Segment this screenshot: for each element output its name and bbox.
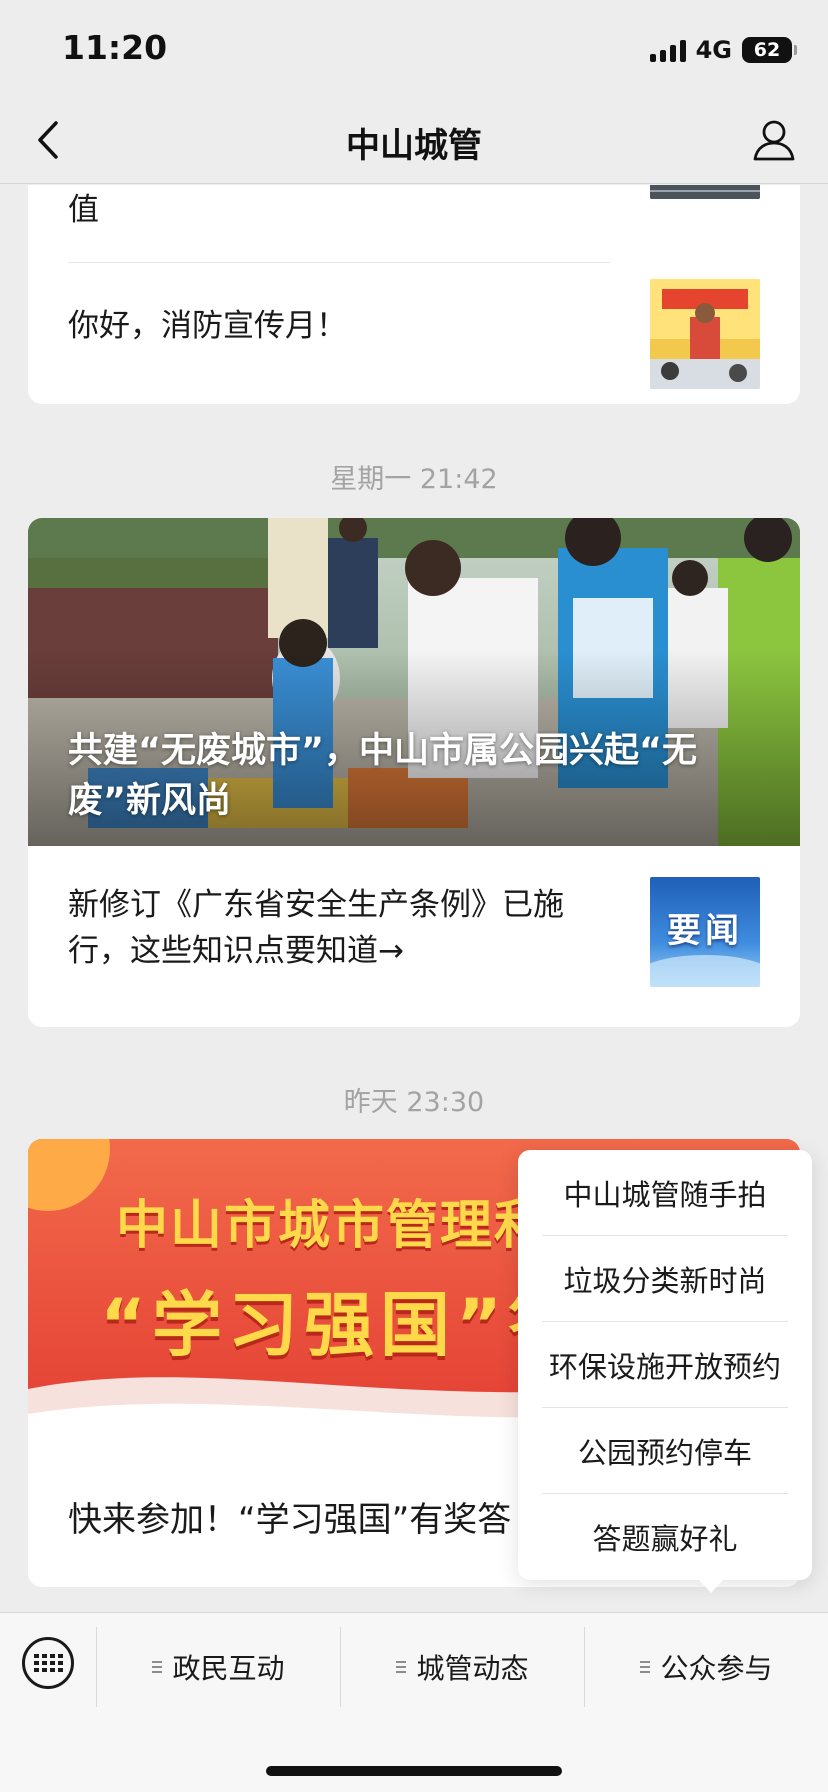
network-type: 4G: [695, 36, 732, 64]
menu-lines-icon: [640, 1661, 651, 1673]
menu-tab-city-news[interactable]: 城管动态: [341, 1627, 584, 1707]
banner-text: “学习强国”答: [100, 1284, 585, 1366]
article-title: 你好，消防宣传月！: [68, 308, 347, 344]
article-thumbnail: [650, 185, 760, 199]
submenu-popup: 中山城管随手拍 垃圾分类新时尚 环保设施开放预约 公园预约停车 答题赢好礼: [518, 1150, 812, 1593]
signal-icon: [649, 38, 686, 62]
article-card: 值 你好，消防宣传月！: [28, 185, 800, 404]
bottom-menu-bar: 政民互动 城管动态 公众参与: [0, 1612, 828, 1792]
status-indicators: 4G 62: [649, 36, 797, 64]
status-bar: 11:20 4G 62: [0, 0, 828, 96]
keyboard-icon: [33, 1654, 63, 1672]
article-item[interactable]: 值: [28, 185, 800, 265]
battery-icon: 62: [742, 37, 797, 63]
message-timestamp: 昨天 23:30: [343, 1087, 485, 1118]
profile-button[interactable]: [750, 116, 798, 164]
menu-tab-label: 城管动态: [416, 1652, 529, 1685]
battery-level: 62: [753, 39, 781, 61]
menu-tab-label: 公众参与: [660, 1652, 773, 1685]
keyboard-toggle-button[interactable]: [22, 1637, 74, 1689]
article-thumbnail: [650, 279, 760, 389]
menu-lines-icon: [152, 1661, 163, 1673]
home-indicator[interactable]: [266, 1766, 562, 1776]
article-item[interactable]: 你好，消防宣传月！: [28, 263, 800, 404]
menu-tab-public-participation[interactable]: 公众参与: [585, 1627, 828, 1707]
menu-tab-label: 政民互动: [172, 1652, 285, 1685]
article-title: 值: [68, 192, 99, 228]
article-item[interactable]: 新修订《广东省安全生产条例》已施行，这些知识点要知道→ 要闻: [28, 846, 800, 1027]
hero-title: 共建“无废城市”，中山市属公园兴起“无废”新风尚: [68, 731, 698, 821]
page-title: 中山城管: [346, 126, 482, 166]
thumbnail-label: 要闻: [667, 911, 743, 951]
submenu-item[interactable]: 答题赢好礼: [542, 1494, 788, 1580]
submenu-item[interactable]: 公园预约停车: [542, 1408, 788, 1494]
message-timestamp: 星期一 21:42: [330, 464, 498, 495]
submenu-item[interactable]: 中山城管随手拍: [542, 1150, 788, 1236]
submenu-item[interactable]: 环保设施开放预约: [542, 1322, 788, 1408]
status-time: 11:20: [62, 28, 168, 67]
nav-bar: 中山城管: [0, 96, 828, 184]
article-card: 共建“无废城市”，中山市属公园兴起“无废”新风尚 新修订《广东省安全生产条例》已…: [28, 518, 800, 1027]
menu-tab-government-interaction[interactable]: 政民互动: [97, 1627, 340, 1707]
person-icon: [753, 120, 795, 161]
article-title: 新修订《广东省安全生产条例》已施行，这些知识点要知道→: [68, 887, 564, 969]
article-thumbnail: 要闻: [650, 877, 760, 987]
hero-article[interactable]: 共建“无废城市”，中山市属公园兴起“无废”新风尚: [28, 518, 800, 846]
submenu-item[interactable]: 垃圾分类新时尚: [542, 1236, 788, 1322]
menu-lines-icon: [396, 1661, 407, 1673]
